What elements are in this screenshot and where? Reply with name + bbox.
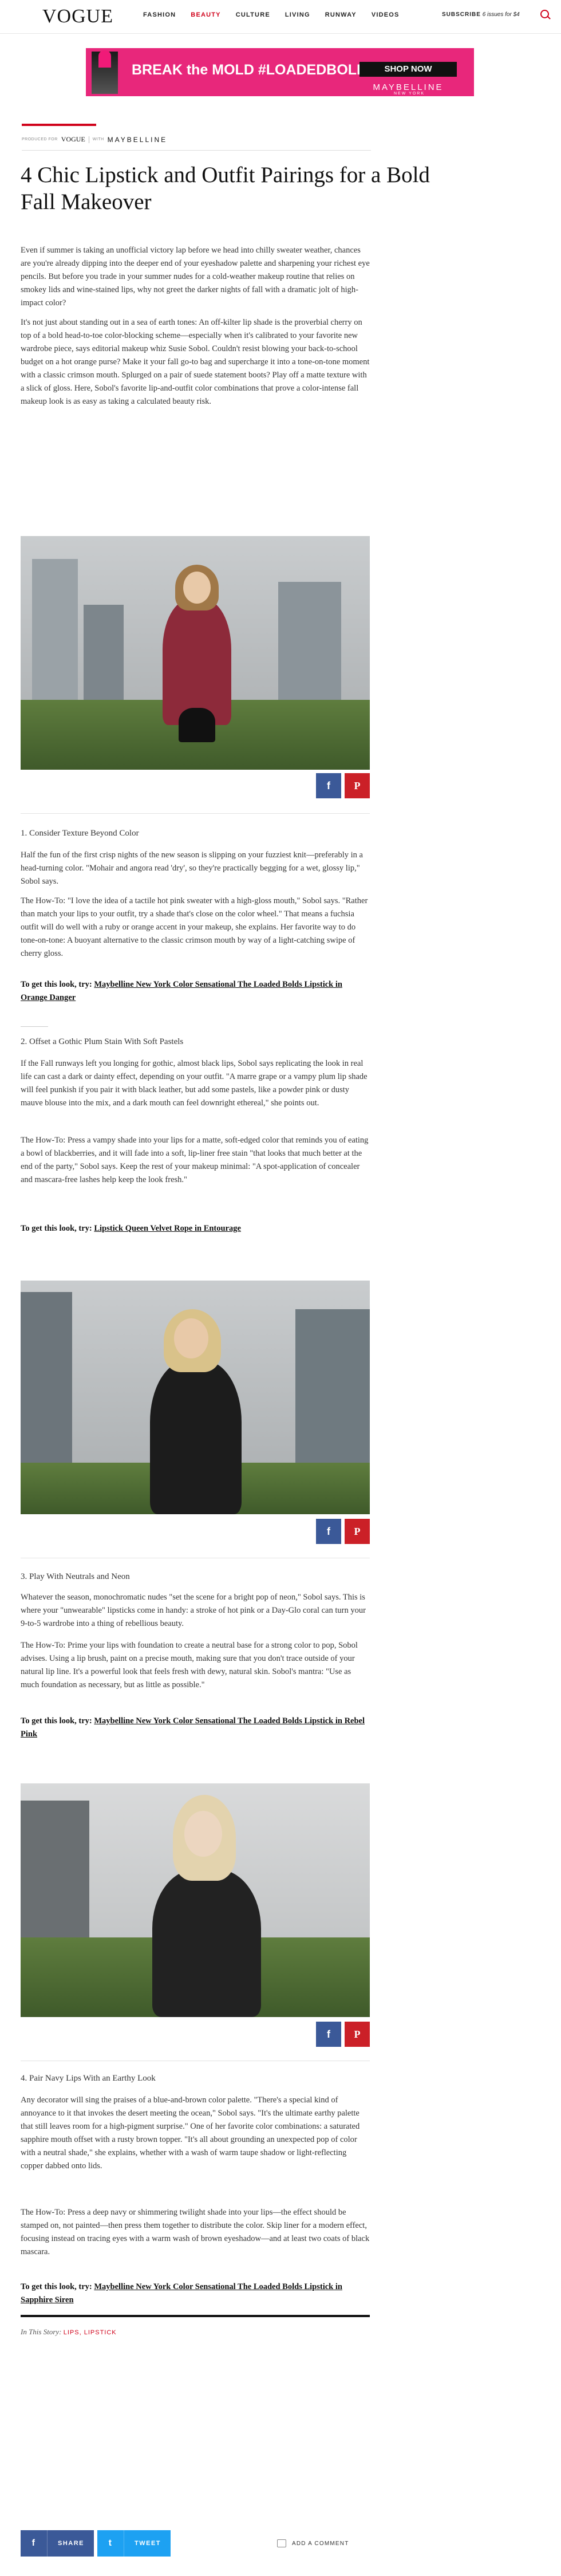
ad-brand: MAYBELLINE <box>373 82 444 92</box>
get-look-label: To get this look, try: <box>21 1224 92 1233</box>
article-photo-2 <box>21 1281 370 1514</box>
section-4-paragraph-2: The How-To: Press a deep navy or shimmer… <box>21 2208 370 2256</box>
twitter-icon: t <box>97 2530 124 2557</box>
facebook-share-button[interactable]: f SHARE <box>21 2530 94 2557</box>
divider <box>21 1026 48 1027</box>
ad-headline: BREAK the MOLD #LOADEDBOLDS <box>132 62 377 78</box>
section-1-paragraph-2: The How-To: "I love the idea of a tactil… <box>21 896 368 958</box>
site-header: VOGUE FASHION BEAUTY CULTURE LIVING RUNW… <box>0 0 561 34</box>
sponsor-with-label: WITH <box>92 137 104 141</box>
photo-share-2: f P <box>316 1519 370 1544</box>
nav-living[interactable]: LIVING <box>285 11 310 18</box>
pinterest-share-icon[interactable]: P <box>345 1519 370 1544</box>
add-comment-label: ADD A COMMENT <box>292 2540 349 2547</box>
section-1-get-look: To get this look, try: Maybelline New Yo… <box>21 978 370 1005</box>
pinterest-share-icon[interactable]: P <box>345 773 370 798</box>
vogue-logo[interactable]: VOGUE <box>42 6 113 27</box>
facebook-share-icon[interactable]: f <box>316 773 341 798</box>
add-comment-button[interactable]: ADD A COMMENT <box>277 2539 349 2547</box>
intro-paragraph-1: Even if summer is taking an unofficial v… <box>21 246 370 308</box>
section-2-heading: 2. Offset a Gothic Plum Stain With Soft … <box>21 1037 184 1046</box>
intro-paragraph-2: It's not just about standing out in a se… <box>21 318 370 406</box>
nav-fashion[interactable]: FASHION <box>143 11 176 18</box>
article-end-rule <box>21 2315 370 2317</box>
section-2-paragraph-1: If the Fall runways left you longing for… <box>21 1059 368 1108</box>
divider <box>21 813 370 814</box>
nav-culture[interactable]: CULTURE <box>236 11 270 18</box>
search-icon[interactable] <box>540 10 549 18</box>
article-photo-3 <box>21 1783 370 2017</box>
sponsor-brand: MAYBELLINE <box>107 135 168 144</box>
section-3-paragraph-1: Whatever the season, monochromatic nudes… <box>21 1593 366 1628</box>
divider <box>22 150 371 151</box>
get-look-label: To get this look, try: <box>21 1716 92 1726</box>
main-nav: FASHION BEAUTY CULTURE LIVING RUNWAY VID… <box>143 11 400 18</box>
article-photo-1 <box>21 536 370 770</box>
tag-lips[interactable]: LIPS <box>64 2329 80 2336</box>
lipstick-graphic <box>92 50 118 94</box>
ad-banner[interactable]: BREAK the MOLD #LOADEDBOLDS SHOP NOW MAY… <box>86 48 474 96</box>
section-3-paragraph-2: The How-To: Prime your lips with foundat… <box>21 1641 358 1689</box>
ad-shop-now-button[interactable]: SHOP NOW <box>359 62 457 77</box>
sponsor-line: PRODUCED FOR VOGUE WITH MAYBELLINE <box>22 135 167 144</box>
pinterest-share-icon[interactable]: P <box>345 2022 370 2047</box>
photo-share-1: f P <box>316 773 370 798</box>
tag-lipstick[interactable]: LIPSTICK <box>84 2329 117 2336</box>
comment-icon <box>277 2539 286 2547</box>
product-link[interactable]: Lipstick Queen Velvet Rope in Entourage <box>94 1224 241 1233</box>
section-3-get-look: To get this look, try: Maybelline New Yo… <box>21 1715 370 1741</box>
section-2-paragraph-2: The How-To: Press a vampy shade into you… <box>21 1136 369 1184</box>
ad-brand-sub: NEW YORK <box>394 92 425 96</box>
share-label: SHARE <box>58 2540 85 2547</box>
section-1-paragraph-1: Half the fun of the first crisp nights o… <box>21 850 363 886</box>
in-this-story: In This Story: LIPS, LIPSTICK <box>21 2327 117 2336</box>
section-2-get-look: To get this look, try: Lipstick Queen Ve… <box>21 1222 370 1235</box>
section-1-heading: 1. Consider Texture Beyond Color <box>21 829 139 838</box>
section-4-get-look: To get this look, try: Maybelline New Yo… <box>21 2280 370 2307</box>
section-4-heading: 4. Pair Navy Lips With an Earthy Look <box>21 2074 156 2083</box>
sponsor-publication: VOGUE <box>61 135 85 143</box>
produced-for-label: PRODUCED FOR <box>22 137 58 141</box>
twitter-share-button[interactable]: t TWEET <box>97 2530 171 2557</box>
facebook-share-icon[interactable]: f <box>316 2022 341 2047</box>
nav-videos[interactable]: VIDEOS <box>372 11 400 18</box>
nav-beauty[interactable]: BEAUTY <box>191 11 220 18</box>
subscribe-link[interactable]: SUBSCRIBE 6 issues for $4 <box>442 11 520 18</box>
accent-rule <box>22 124 96 126</box>
facebook-icon: f <box>21 2530 48 2557</box>
in-this-story-label: In This Story: <box>21 2327 62 2336</box>
facebook-share-icon[interactable]: f <box>316 1519 341 1544</box>
subscribe-offer: 6 issues for $4 <box>482 11 520 18</box>
subscribe-label: SUBSCRIBE <box>442 11 481 18</box>
get-look-label: To get this look, try: <box>21 2282 92 2291</box>
nav-runway[interactable]: RUNWAY <box>325 11 357 18</box>
section-4-paragraph-1: Any decorator will sing the praises of a… <box>21 2096 360 2171</box>
section-3-heading: 3. Play With Neutrals and Neon <box>21 1572 130 1581</box>
photo-share-3: f P <box>316 2022 370 2047</box>
get-look-label: To get this look, try: <box>21 980 92 989</box>
tweet-label: TWEET <box>135 2540 161 2547</box>
article-title: 4 Chic Lipstick and Outfit Pairings for … <box>21 163 430 214</box>
